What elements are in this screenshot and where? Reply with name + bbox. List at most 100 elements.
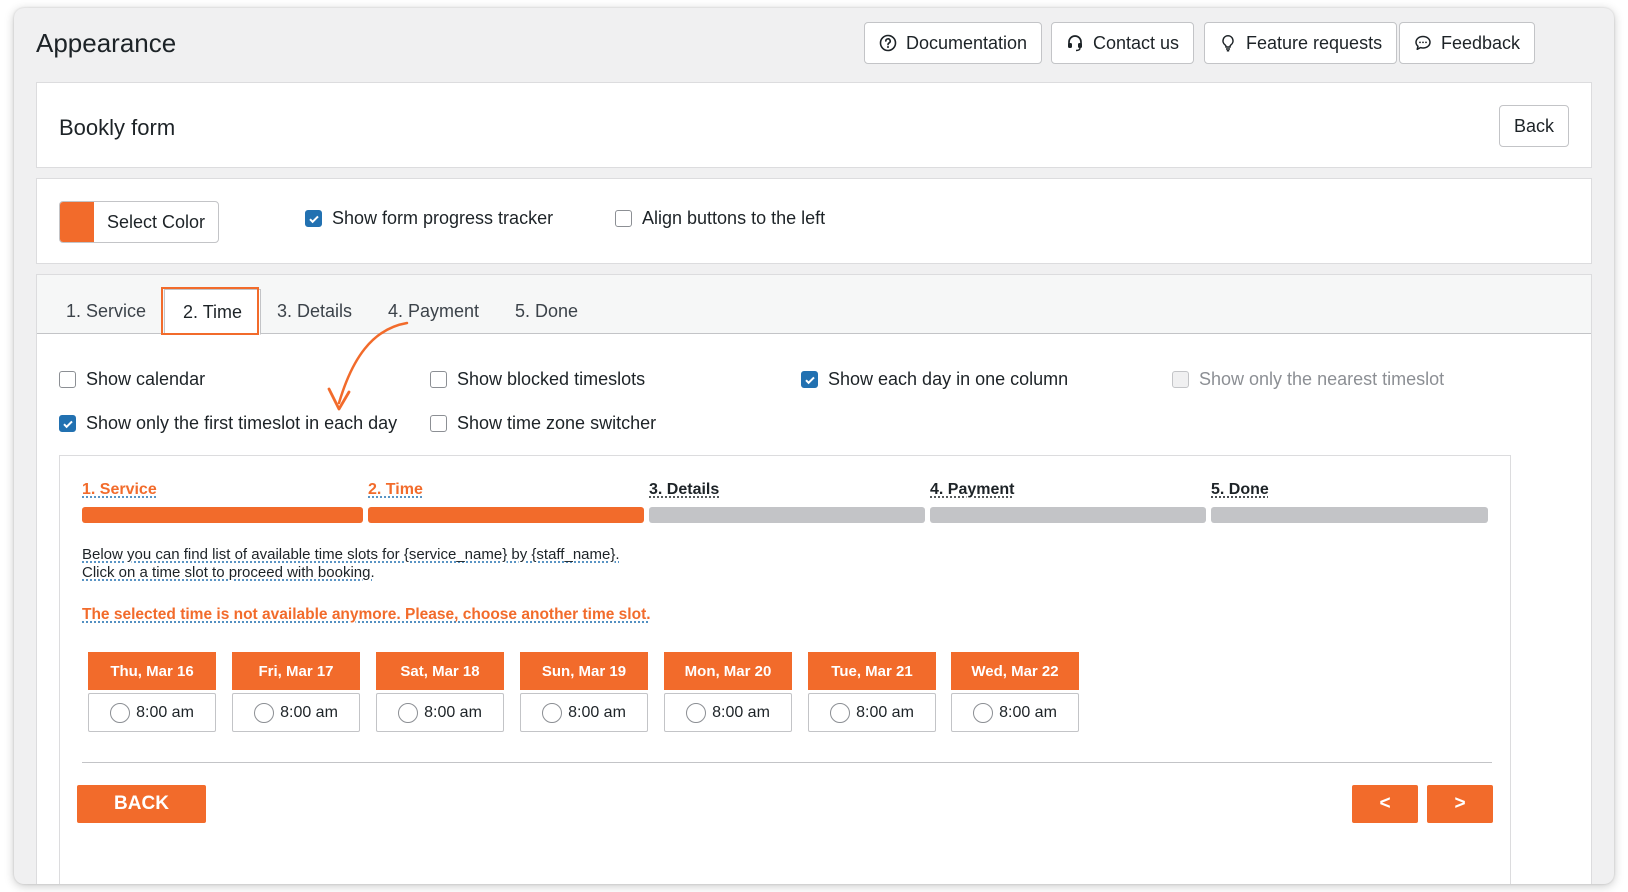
feedback-button[interactable]: Feedback bbox=[1399, 22, 1536, 64]
radio-icon bbox=[973, 702, 994, 723]
tab-time[interactable]: 2. Time bbox=[164, 289, 262, 335]
documentation-button[interactable]: Documentation bbox=[864, 22, 1043, 64]
time-slot-button[interactable]: 8:00 am bbox=[88, 693, 216, 732]
documentation-label: Documentation bbox=[906, 32, 1028, 53]
day-header: Sun, Mar 19 bbox=[520, 652, 648, 690]
feedback-label: Feedback bbox=[1441, 32, 1521, 53]
checkbox-disabled-icon bbox=[1172, 371, 1189, 388]
app-window: Appearance Documentation Contact us Feat… bbox=[14, 8, 1614, 884]
next-page-button[interactable]: > bbox=[1427, 785, 1493, 823]
time-slot-button[interactable]: 8:00 am bbox=[951, 693, 1079, 732]
day-column: Thu, Mar 16 8:00 am bbox=[88, 652, 216, 732]
time-slot-label: 8:00 am bbox=[568, 703, 626, 721]
slot-error-message: The selected time is not available anymo… bbox=[82, 606, 651, 623]
checkbox-empty-icon bbox=[615, 210, 632, 227]
day-column: Fri, Mar 17 8:00 am bbox=[232, 652, 360, 732]
radio-icon bbox=[398, 702, 419, 723]
show-progress-tracker-checkbox[interactable]: Show form progress tracker bbox=[305, 208, 553, 229]
align-buttons-left-label: Align buttons to the left bbox=[642, 208, 826, 228]
show-calendar-label: Show calendar bbox=[86, 369, 206, 389]
divider bbox=[82, 762, 1492, 763]
progress-step-done: 5. Done bbox=[1211, 481, 1269, 498]
time-slot-button[interactable]: 8:00 am bbox=[520, 693, 648, 732]
headset-icon bbox=[1066, 34, 1084, 52]
show-timezone-switcher-label: Show time zone switcher bbox=[457, 413, 657, 433]
checkbox-empty-icon bbox=[430, 415, 447, 432]
progress-step-details: 3. Details bbox=[649, 481, 720, 498]
show-nearest-timeslot-label: Show only the nearest timeslot bbox=[1199, 369, 1445, 389]
feature-requests-label: Feature requests bbox=[1246, 32, 1383, 53]
time-slot-label: 8:00 am bbox=[712, 703, 770, 721]
day-column: Wed, Mar 22 8:00 am bbox=[951, 652, 1079, 732]
day-column: Sat, Mar 18 8:00 am bbox=[376, 652, 504, 732]
progress-bar-done bbox=[1211, 507, 1488, 523]
select-color-button[interactable]: Select Color bbox=[59, 201, 219, 243]
show-nearest-timeslot-checkbox: Show only the nearest timeslot bbox=[1172, 369, 1444, 390]
show-progress-tracker-label: Show form progress tracker bbox=[332, 208, 554, 228]
time-slot-label: 8:00 am bbox=[280, 703, 338, 721]
form-preview: 1. Service 2. Time 3. Details 4. Payment… bbox=[59, 455, 1511, 884]
day-header: Wed, Mar 22 bbox=[951, 652, 1079, 690]
form-title-card: Bookly form Back bbox=[36, 82, 1592, 168]
time-slot-label: 8:00 am bbox=[856, 703, 914, 721]
time-slot-button[interactable]: 8:00 am bbox=[808, 693, 936, 732]
show-blocked-timeslots-checkbox[interactable]: Show blocked timeslots bbox=[430, 369, 645, 390]
time-slot-label: 8:00 am bbox=[136, 703, 194, 721]
tab-done[interactable]: 5. Done bbox=[497, 289, 596, 335]
form-settings-card: Select Color Show form progress tracker … bbox=[36, 178, 1592, 264]
help-circle-icon bbox=[879, 34, 897, 52]
tab-service[interactable]: 1. Service bbox=[48, 289, 164, 335]
time-slot-label: 8:00 am bbox=[424, 703, 482, 721]
align-buttons-left-checkbox[interactable]: Align buttons to the left bbox=[615, 208, 825, 229]
day-header: Tue, Mar 21 bbox=[808, 652, 936, 690]
day-column: Sun, Mar 19 8:00 am bbox=[520, 652, 648, 732]
checkbox-checked-icon bbox=[59, 415, 76, 432]
day-column: Tue, Mar 21 8:00 am bbox=[808, 652, 936, 732]
day-header: Thu, Mar 16 bbox=[88, 652, 216, 690]
checkbox-empty-icon bbox=[430, 371, 447, 388]
form-title: Bookly form bbox=[59, 115, 176, 140]
contact-us-label: Contact us bbox=[1093, 32, 1180, 53]
checkbox-checked-icon bbox=[801, 371, 818, 388]
progress-bar-details bbox=[649, 507, 925, 523]
progress-bar-time bbox=[368, 507, 644, 523]
radio-icon bbox=[542, 702, 563, 723]
checkbox-empty-icon bbox=[59, 371, 76, 388]
checkbox-checked-icon bbox=[305, 210, 322, 227]
time-slot-label: 8:00 am bbox=[999, 703, 1057, 721]
time-slot-button[interactable]: 8:00 am bbox=[664, 693, 792, 732]
radio-icon bbox=[686, 702, 707, 723]
contact-us-button[interactable]: Contact us bbox=[1051, 22, 1195, 64]
progress-step-time: 2. Time bbox=[368, 481, 423, 498]
show-calendar-checkbox[interactable]: Show calendar bbox=[59, 369, 205, 390]
time-slot-button[interactable]: 8:00 am bbox=[232, 693, 360, 732]
radio-icon bbox=[110, 702, 131, 723]
page-title: Appearance bbox=[36, 28, 177, 58]
color-swatch bbox=[60, 202, 94, 242]
select-color-label: Select Color bbox=[107, 211, 206, 232]
annotation-arrow-icon bbox=[327, 321, 409, 411]
feature-requests-button[interactable]: Feature requests bbox=[1204, 22, 1398, 64]
show-timezone-switcher-checkbox[interactable]: Show time zone switcher bbox=[430, 413, 656, 434]
show-each-day-column-label: Show each day in one column bbox=[828, 369, 1069, 389]
progress-bar-payment bbox=[930, 507, 1206, 523]
step-settings-card: 1. Service 2. Time 3. Details 4. Payment… bbox=[36, 274, 1592, 884]
day-header: Fri, Mar 17 bbox=[232, 652, 360, 690]
show-first-timeslot-label: Show only the first timeslot in each day bbox=[86, 413, 398, 433]
day-header: Mon, Mar 20 bbox=[664, 652, 792, 690]
show-first-timeslot-checkbox[interactable]: Show only the first timeslot in each day bbox=[59, 413, 397, 434]
show-blocked-timeslots-label: Show blocked timeslots bbox=[457, 369, 646, 389]
show-each-day-column-checkbox[interactable]: Show each day in one column bbox=[801, 369, 1068, 390]
info-line-1: Below you can find list of available tim… bbox=[82, 546, 620, 563]
radio-icon bbox=[830, 702, 851, 723]
day-column: Mon, Mar 20 8:00 am bbox=[664, 652, 792, 732]
day-header: Sat, Mar 18 bbox=[376, 652, 504, 690]
radio-icon bbox=[254, 702, 275, 723]
time-slot-button[interactable]: 8:00 am bbox=[376, 693, 504, 732]
time-step-info: Below you can find list of available tim… bbox=[82, 546, 620, 582]
progress-step-service: 1. Service bbox=[82, 481, 157, 498]
preview-back-button[interactable]: BACK bbox=[77, 785, 206, 823]
back-button[interactable]: Back bbox=[1498, 105, 1569, 147]
prev-page-button[interactable]: < bbox=[1352, 785, 1418, 823]
progress-step-payment: 4. Payment bbox=[930, 481, 1015, 498]
